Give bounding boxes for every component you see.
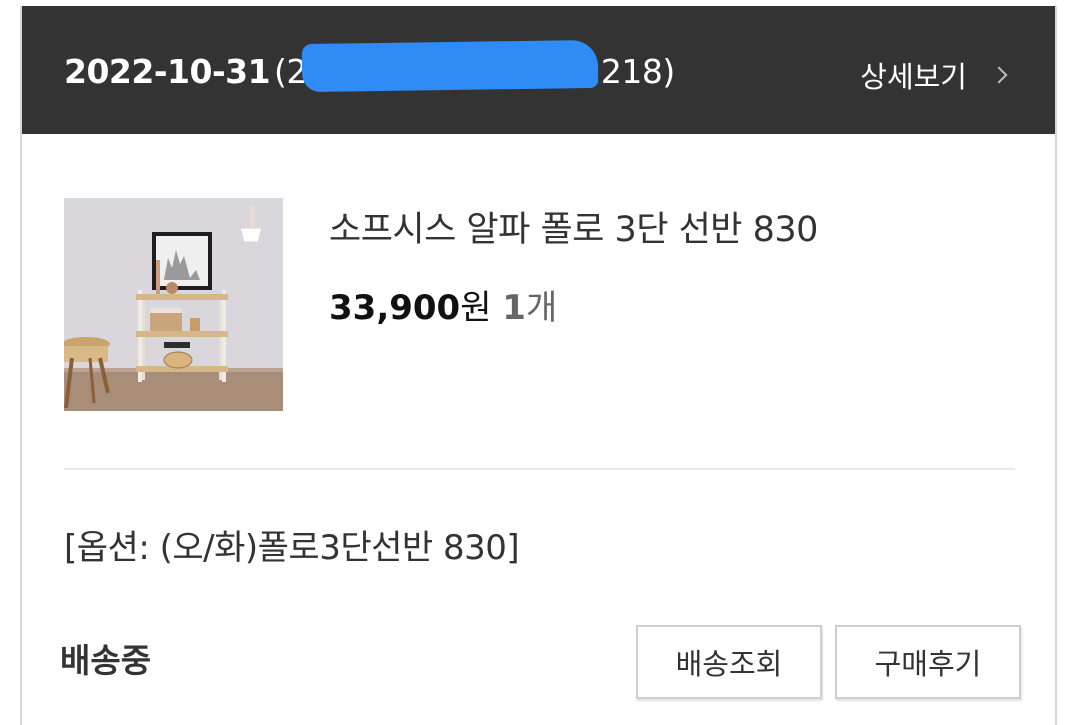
price-unit: 원 <box>460 288 492 328</box>
order-card: 2022-10-31 (2 218) 상세보기 소프시스 알파 폴로 3단 선반… <box>20 6 1057 725</box>
product-name[interactable]: 소프시스 알파 폴로 3단 선반 830 <box>329 201 818 252</box>
product-quantity: 1 <box>502 288 526 328</box>
product-price-row: 33,900원 1개 <box>329 280 557 329</box>
divider <box>64 468 1015 470</box>
order-date: 2022-10-31 <box>64 52 271 91</box>
quantity-unit: 개 <box>525 288 558 328</box>
track-shipment-button[interactable]: 배송조회 <box>636 625 822 699</box>
shipping-status: 배송중 <box>60 641 152 680</box>
chevron-right-icon <box>990 66 1008 84</box>
product-option: [옵션: (오/화)폴로3단선반 830] <box>64 528 520 568</box>
write-review-button[interactable]: 구매후기 <box>835 625 1021 699</box>
product-price: 33,900 <box>329 288 461 328</box>
detail-view-link[interactable]: 상세보기 <box>860 54 1009 96</box>
redaction-mark <box>301 39 599 93</box>
product-thumbnail[interactable] <box>64 198 283 411</box>
order-header: 2022-10-31 (2 218) 상세보기 <box>22 6 1055 134</box>
order-number-end: 218) <box>600 52 675 91</box>
detail-view-label: 상세보기 <box>860 60 967 94</box>
